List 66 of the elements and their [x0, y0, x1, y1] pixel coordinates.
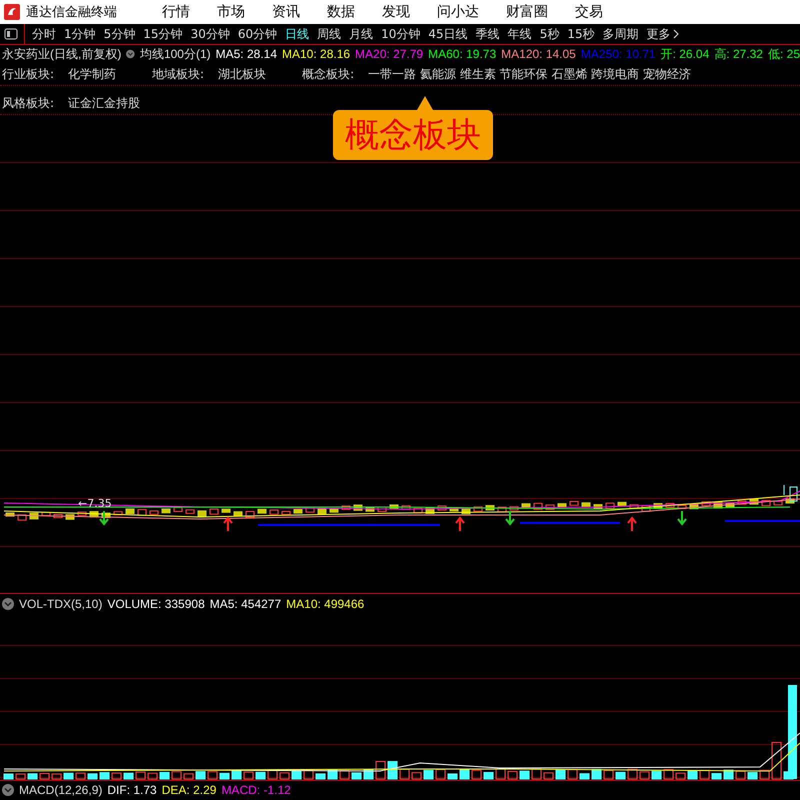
period-tab[interactable]: 分时 — [28, 26, 60, 42]
menu-item[interactable]: 行情 — [162, 3, 190, 21]
average-line-label: 均线100分(1) — [140, 46, 211, 62]
app-title: 通达信金融终端 — [26, 4, 118, 21]
indicator-value: DIF: 1.73 — [107, 783, 157, 797]
period-tab[interactable]: 日线 — [281, 26, 314, 42]
indicator-value: MA5: 454277 — [210, 597, 282, 611]
sell-arrow-icon — [99, 510, 109, 526]
period-tab[interactable]: 5秒 — [536, 26, 564, 42]
period-tab[interactable]: 季线 — [472, 26, 504, 42]
panel-toggle-icon[interactable] — [4, 28, 18, 40]
menu-item[interactable]: 财富圈 — [506, 3, 548, 21]
volume-indicator-name: VOL-TDX(5,10) — [19, 597, 102, 611]
buy-arrow-icon — [455, 516, 465, 532]
app-logo-icon — [4, 4, 20, 20]
sector-value: 证金汇金持股 — [68, 94, 140, 112]
menu-item[interactable]: 交易 — [575, 3, 603, 21]
period-tab[interactable]: 45日线 — [424, 26, 472, 42]
period-tab[interactable]: 多周期 — [598, 26, 643, 42]
sector-value: 化学制药 — [68, 66, 116, 82]
indicator-value: MA120: 14.05 — [501, 47, 576, 61]
indicator-value: MA5: 28.14 — [216, 47, 277, 61]
collapse-icon[interactable] — [2, 784, 14, 796]
concept-sector-callout: 概念板块 — [333, 110, 493, 160]
period-tab[interactable]: 周线 — [313, 26, 346, 42]
sell-arrow-icon — [677, 510, 687, 526]
sector-label: 风格板块: — [2, 94, 54, 112]
sector-label: 地域板块: — [152, 66, 204, 82]
sector-label: 概念板块: — [302, 66, 354, 82]
indicator-value: 开: 26.04 — [660, 46, 710, 62]
collapse-icon[interactable] — [2, 598, 14, 610]
indicator-value: 高: 27.32 — [714, 46, 763, 62]
sector-value: 一带一路 氦能源 维生素 节能环保 石墨烯 跨境电商 宠物经济 — [368, 66, 692, 82]
period-tab[interactable]: 更多 — [642, 26, 683, 42]
indicator-value: MA10: 499466 — [286, 597, 364, 611]
menu-item[interactable]: 资讯 — [272, 3, 300, 21]
stock-name: 永安药业(日线,前复权) — [2, 46, 122, 62]
sector-value: 湖北板块 — [218, 66, 266, 82]
menu-item[interactable]: 发现 — [382, 3, 410, 21]
indicator-value: 低: 25 — [768, 46, 800, 62]
indicator-value: MA20: 27.79 — [355, 47, 424, 61]
period-tab[interactable]: 5分钟 — [100, 26, 140, 42]
sell-arrow-icon — [505, 510, 515, 526]
buy-arrow-icon — [223, 516, 233, 532]
period-tab[interactable]: 30分钟 — [186, 26, 234, 42]
collapse-icon[interactable] — [126, 48, 135, 60]
indicator-value: VOLUME: 335908 — [107, 597, 205, 611]
menu-item[interactable]: 市场 — [217, 3, 245, 21]
period-tab[interactable]: 1分钟 — [60, 26, 100, 42]
chevron-right-icon — [672, 29, 679, 39]
period-tab[interactable]: 年线 — [504, 26, 536, 42]
buy-arrow-icon — [627, 516, 637, 532]
indicator-value: MA250: 10.71 — [580, 47, 656, 61]
period-tab[interactable]: 15分钟 — [139, 26, 187, 42]
period-tab[interactable]: 15秒 — [563, 26, 599, 42]
period-tab[interactable]: 60分钟 — [234, 26, 282, 42]
indicator-value: DEA: 2.29 — [162, 783, 216, 797]
macd-indicator-name: MACD(12,26,9) — [19, 783, 102, 797]
indicator-value: MACD: -1.12 — [221, 783, 291, 797]
period-tab[interactable]: 月线 — [345, 26, 378, 42]
indicator-value: MA10: 28.16 — [282, 47, 350, 61]
menu-item[interactable]: 数据 — [327, 3, 355, 21]
period-tab[interactable]: 10分钟 — [377, 26, 424, 42]
sector-label: 行业板块: — [2, 66, 54, 82]
menu-item[interactable]: 问小达 — [437, 3, 479, 21]
indicator-value: MA60: 19.73 — [428, 47, 496, 61]
